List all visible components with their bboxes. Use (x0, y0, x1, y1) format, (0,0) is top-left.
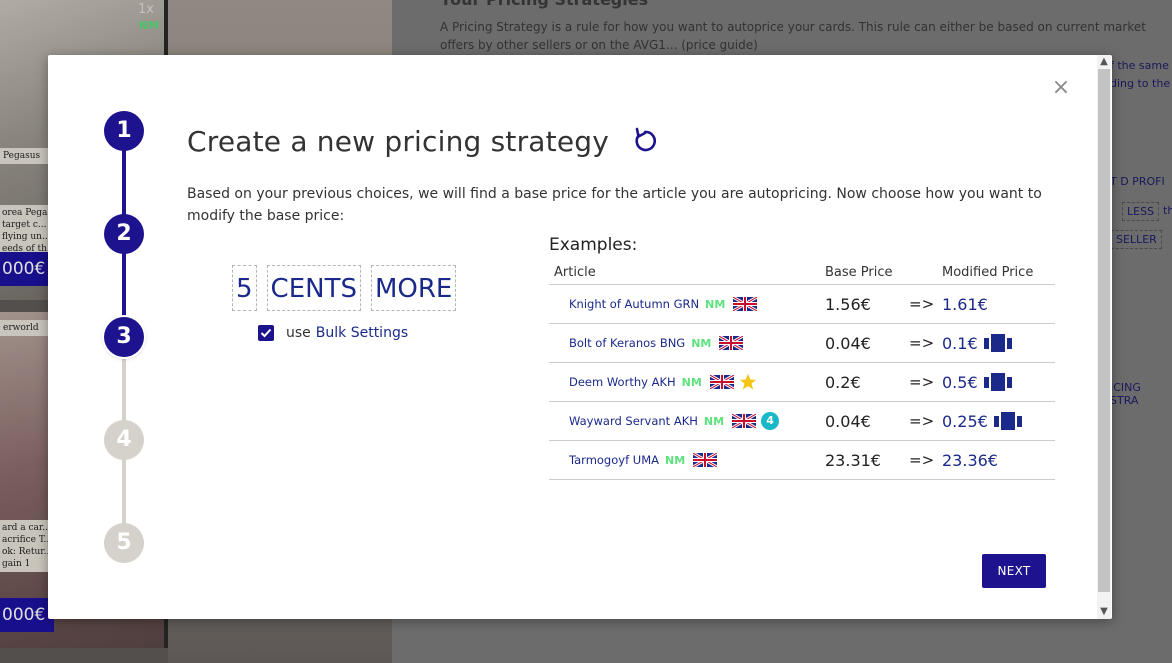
header-article: Article (554, 265, 596, 280)
modal-description: Based on your previous choices, we will … (187, 186, 1042, 224)
scroll-up-icon[interactable]: ▲ (1097, 55, 1111, 69)
min-price-cards-icon (983, 334, 1012, 352)
modified-price: 1.61€ (942, 294, 988, 314)
title-row: Create a new pricing strategy (187, 121, 659, 161)
step-3[interactable]: 3 (104, 317, 144, 357)
step-connector (122, 356, 126, 428)
table-row: Wayward Servant AKH NM 4 0.04€ => 0.25€ (549, 402, 1055, 441)
condition-badge: NM (703, 414, 725, 428)
condition-badge: NM (664, 453, 686, 467)
pricing-strategy-modal: ▲ ▼ × 1 2 3 4 5 Create a new pricing str… (48, 55, 1112, 619)
modified-price: 0.5€ (942, 372, 978, 392)
step-1[interactable]: 1 (104, 111, 144, 151)
bulk-settings-prefix: use (286, 325, 311, 341)
modified-price: 0.25€ (942, 411, 988, 431)
condition-badge: NM (681, 375, 702, 389)
modifier-direction[interactable]: MORE (370, 265, 457, 311)
next-button[interactable]: NEXT (982, 554, 1046, 588)
modified-price: 23.36€ (942, 450, 998, 470)
condition-badge: NM (705, 297, 726, 311)
table-row: Knight of Autumn GRN NM 1.56€ => 1.61€ (549, 285, 1055, 324)
base-price: 0.2€ (825, 372, 861, 392)
step-connector (122, 459, 126, 531)
reset-icon[interactable] (631, 127, 659, 155)
modified-price: 0.1€ (942, 333, 978, 353)
english-flag-icon (733, 297, 758, 311)
step-5: 5 (104, 523, 144, 563)
arrow: => (909, 373, 935, 391)
modal-title: Create a new pricing strategy (187, 124, 610, 158)
playset-count-badge: 4 (761, 412, 780, 430)
foil-star-icon (739, 373, 756, 390)
base-price: 23.31€ (825, 450, 881, 470)
base-price: 0.04€ (825, 411, 871, 431)
price-modifier: 5 CENTS MORE (232, 265, 457, 311)
modal-scrollbar[interactable]: ▲ ▼ (1097, 55, 1111, 619)
close-button[interactable]: × (1050, 77, 1072, 99)
examples-table: Article Base Price Modified Price Knight… (549, 261, 1055, 480)
bulk-settings-checkbox[interactable] (258, 325, 274, 341)
checkmark-icon (260, 328, 272, 338)
examples-title: Examples: (549, 235, 638, 255)
table-row: Deem Worthy AKH NM 0.2€ => 0.5€ (549, 363, 1055, 402)
article-name[interactable]: Deem Worthy AKH (569, 375, 676, 389)
article-name[interactable]: Knight of Autumn GRN (569, 297, 699, 311)
bulk-settings-link[interactable]: Bulk Settings (316, 325, 408, 341)
step-connector (122, 150, 126, 222)
article-name[interactable]: Wayward Servant AKH (569, 414, 698, 428)
min-price-cards-icon (983, 373, 1012, 391)
scrollbar-thumb[interactable] (1098, 69, 1110, 592)
arrow: => (909, 295, 935, 313)
table-row: Bolt of Keranos BNG NM 0.04€ => 0.1€ (549, 324, 1055, 363)
base-price: 0.04€ (825, 333, 871, 353)
step-connector (122, 253, 126, 325)
base-price: 1.56€ (825, 294, 871, 314)
english-flag-icon (693, 453, 718, 467)
modifier-unit[interactable]: CENTS (266, 265, 361, 311)
condition-badge: NM (691, 336, 712, 350)
english-flag-icon (732, 414, 757, 428)
header-modified-price: Modified Price (942, 265, 1034, 280)
step-4: 4 (104, 420, 144, 460)
examples-header: Article Base Price Modified Price (549, 261, 1055, 285)
article-name[interactable]: Bolt of Keranos BNG (569, 336, 685, 350)
english-flag-icon (709, 375, 734, 389)
english-flag-icon (719, 336, 744, 350)
table-row: Tarmogoyf UMA NM 23.31€ => 23.36€ (549, 441, 1055, 480)
article-name[interactable]: Tarmogoyf UMA (569, 453, 659, 467)
arrow: => (909, 412, 935, 430)
header-base-price: Base Price (825, 265, 893, 280)
arrow: => (909, 334, 935, 352)
min-price-cards-icon (993, 412, 1022, 430)
bulk-settings-row: use Bulk Settings (258, 325, 408, 341)
modifier-amount[interactable]: 5 (232, 265, 257, 311)
arrow: => (909, 451, 935, 469)
scroll-down-icon[interactable]: ▼ (1097, 605, 1111, 619)
step-2[interactable]: 2 (104, 214, 144, 254)
